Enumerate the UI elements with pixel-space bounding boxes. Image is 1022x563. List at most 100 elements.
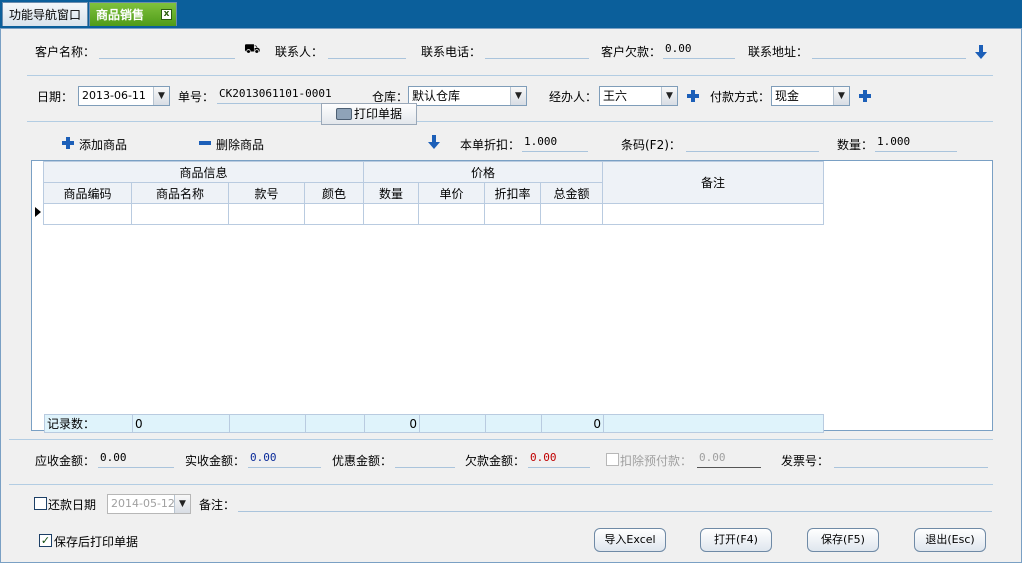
invoice-field[interactable] <box>834 450 988 468</box>
discount-amount-label: 优惠金额： <box>332 454 393 468</box>
receivable-label: 应收金额： <box>35 454 96 468</box>
warehouse-select[interactable]: 默认仓库 ▼ <box>408 86 527 106</box>
customer-name-field[interactable] <box>99 41 235 59</box>
handler-select[interactable]: 王六 ▼ <box>599 86 678 106</box>
column-header[interactable]: 商品编码 <box>43 182 132 204</box>
table-cell[interactable] <box>540 203 604 225</box>
grid-footer: 记录数： 0 0 0 <box>44 414 824 433</box>
footer-qty-total: 0 <box>364 414 420 433</box>
add-payment-icon[interactable] <box>859 90 871 102</box>
phone-label: 联系电话： <box>421 45 482 59</box>
tab-bar: 功能导航窗口 商品销售 x <box>0 0 1022 28</box>
import-excel-button[interactable]: 导入Excel <box>594 528 666 552</box>
table-cell[interactable] <box>131 203 229 225</box>
printer-icon <box>336 108 352 120</box>
date-label: 日期： <box>37 90 74 104</box>
repay-date-picker[interactable]: 2014-05-12 ▼ <box>107 494 191 514</box>
table-cell[interactable] <box>602 203 825 225</box>
order-no-label: 单号： <box>178 90 215 104</box>
table-row[interactable] <box>43 203 825 225</box>
repay-date-label: 还款日期 <box>48 498 97 512</box>
invoice-label: 发票号： <box>781 454 830 468</box>
exit-button[interactable]: 退出(Esc) <box>914 528 986 552</box>
print-after-save-checkbox[interactable]: ✓ <box>39 534 52 547</box>
quantity-field[interactable]: 1.000 <box>875 134 957 152</box>
table-cell[interactable] <box>303 203 365 225</box>
repay-date-value: 2014-05-12 <box>111 497 175 510</box>
print-button[interactable]: 打印单据 <box>321 103 417 125</box>
received-field[interactable]: 0.00 <box>248 450 321 468</box>
table-cell[interactable] <box>418 203 486 225</box>
chevron-down-icon[interactable]: ▼ <box>661 87 677 105</box>
repay-date-checkbox[interactable] <box>34 497 47 510</box>
column-header[interactable]: 折扣率 <box>484 182 542 204</box>
footer-cell <box>229 414 306 433</box>
footer-amount-total: 0 <box>541 414 604 433</box>
column-header[interactable]: 总金额 <box>540 182 604 204</box>
arrow-down-icon[interactable] <box>428 135 440 149</box>
date-value: 2013-06-11 <box>82 89 146 102</box>
warehouse-value: 默认仓库 <box>412 89 461 103</box>
footer-cell <box>419 414 486 433</box>
save-button[interactable]: 保存(F5) <box>807 528 879 552</box>
group-goods-header: 商品信息 <box>42 161 365 183</box>
discount-label: 本单折扣： <box>460 138 521 152</box>
discount-amount-field[interactable] <box>395 450 455 468</box>
discount-field[interactable]: 1.000 <box>522 134 588 152</box>
phone-field[interactable] <box>485 41 589 59</box>
table-cell[interactable] <box>228 203 305 225</box>
goods-grid[interactable]: 商品信息 价格 备注 商品编码 商品名称 款号 颜色 数量 单价 折扣率 总金额 <box>31 160 993 433</box>
table-cell[interactable] <box>363 203 420 225</box>
handler-value: 王六 <box>603 89 628 103</box>
add-handler-icon[interactable] <box>687 90 699 102</box>
payment-select[interactable]: 现金 ▼ <box>771 86 850 106</box>
column-header[interactable]: 数量 <box>363 182 420 204</box>
tab-sales[interactable]: 商品销售 x <box>89 2 177 26</box>
footer-cell <box>603 414 824 433</box>
tab-label: 商品销售 <box>96 8 145 22</box>
deduct-prepay-label: 扣除预付款： <box>620 454 693 468</box>
remark-header: 备注 <box>602 161 825 204</box>
barcode-field[interactable] <box>686 134 819 152</box>
footer-cell <box>485 414 542 433</box>
quantity-label: 数量： <box>837 138 874 152</box>
footer-cell <box>305 414 365 433</box>
close-icon[interactable]: x <box>161 9 172 20</box>
sales-panel: 客户名称： ⛟ 联系人： 联系电话： 客户欠款： 0.00 联系地址： 日期： … <box>0 28 1022 563</box>
deduct-prepay-checkbox[interactable] <box>606 453 619 466</box>
address-field[interactable] <box>812 41 966 59</box>
delete-goods-button[interactable]: 删除商品 <box>216 136 264 153</box>
payment-value: 现金 <box>775 89 800 103</box>
tab-navigation[interactable]: 功能导航窗口 <box>2 2 88 26</box>
column-header[interactable]: 款号 <box>228 182 305 204</box>
arrow-down-icon[interactable] <box>975 45 987 59</box>
minus-icon[interactable] <box>199 141 211 145</box>
barcode-label: 条码(F2)： <box>621 138 681 152</box>
chevron-down-icon[interactable]: ▼ <box>174 495 190 513</box>
contact-field[interactable] <box>328 41 406 59</box>
chevron-down-icon[interactable]: ▼ <box>153 87 169 105</box>
chevron-down-icon[interactable]: ▼ <box>833 87 849 105</box>
order-no-field: CK2013061101-0001 <box>217 86 355 104</box>
divider <box>27 121 993 122</box>
tab-label: 功能导航窗口 <box>9 8 82 22</box>
binoculars-icon[interactable]: ⛟ <box>244 42 260 59</box>
remark-label: 备注： <box>199 498 236 512</box>
table-cell[interactable] <box>484 203 542 225</box>
open-button[interactable]: 打开(F4) <box>700 528 772 552</box>
group-price-header: 价格 <box>363 161 604 183</box>
add-icon[interactable] <box>62 137 74 149</box>
divider <box>9 439 993 440</box>
handler-label: 经办人： <box>549 90 598 104</box>
divider <box>27 75 993 76</box>
chevron-down-icon[interactable]: ▼ <box>510 87 526 105</box>
table-cell[interactable] <box>43 203 132 225</box>
print-after-save-label: 保存后打印单据 <box>54 535 139 549</box>
column-header[interactable]: 颜色 <box>303 182 365 204</box>
remark-field[interactable] <box>238 494 992 512</box>
column-header[interactable]: 商品名称 <box>131 182 229 204</box>
date-picker[interactable]: 2013-06-11 ▼ <box>78 86 170 106</box>
column-header[interactable]: 单价 <box>418 182 486 204</box>
customer-name-label: 客户名称： <box>35 45 96 59</box>
add-goods-button[interactable]: 添加商品 <box>79 136 127 153</box>
